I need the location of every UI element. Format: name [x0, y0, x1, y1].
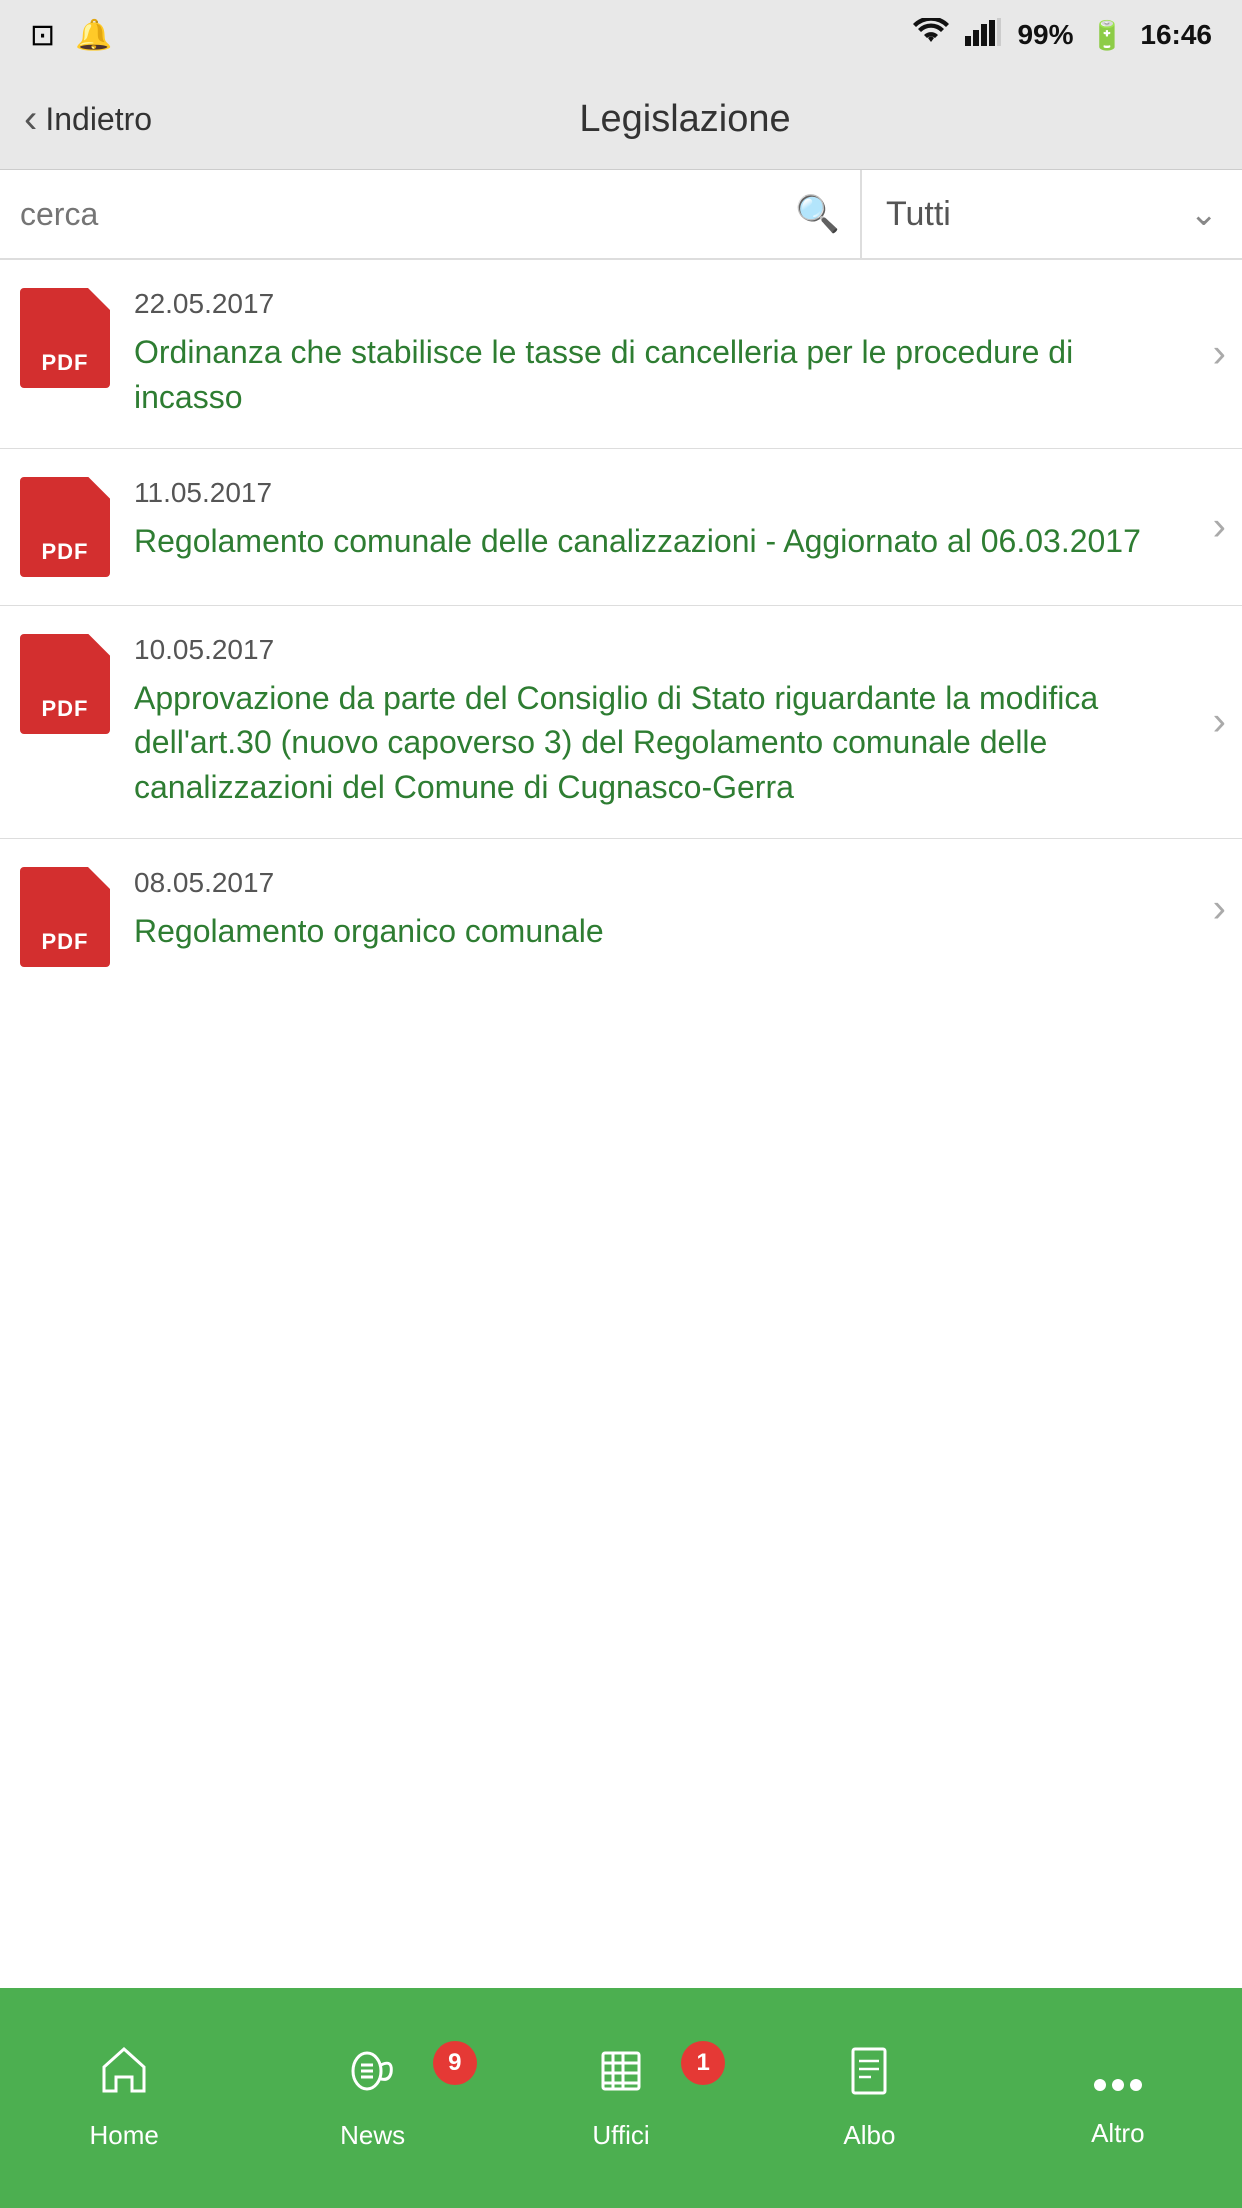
item-content: 22.05.2017 Ordinanza che stabilisce le t… [134, 288, 1222, 420]
nav-label-home: Home [90, 2120, 159, 2151]
albo-icon [843, 2045, 895, 2110]
back-label: Indietro [45, 101, 152, 138]
chevron-right-icon: › [1213, 331, 1226, 376]
item-title: Approvazione da parte del Consiglio di S… [134, 676, 1182, 810]
item-date: 22.05.2017 [134, 288, 1182, 320]
item-date: 11.05.2017 [134, 477, 1182, 509]
item-content: 11.05.2017 Regolamento comunale delle ca… [134, 477, 1222, 564]
search-icon: 🔍 [795, 193, 840, 235]
search-input[interactable] [20, 196, 795, 233]
item-title: Regolamento organico comunale [134, 909, 1182, 954]
pdf-icon: PDF [20, 634, 110, 734]
chevron-right-icon: › [1213, 504, 1226, 549]
uffici-badge: 1 [681, 2041, 725, 2085]
page-title: Legislazione [152, 98, 1218, 141]
bottom-navigation: Home 9 News 1 Uffici [0, 1988, 1242, 2208]
list-item[interactable]: PDF 10.05.2017 Approvazione da parte del… [0, 606, 1242, 839]
pdf-icon: PDF [20, 867, 110, 967]
chevron-right-icon: › [1213, 886, 1226, 931]
nav-label-uffici: Uffici [592, 2120, 649, 2151]
signal-icon [965, 18, 1001, 53]
header: ‹ Indietro Legislazione [0, 70, 1242, 170]
bell-icon: 🔔 [75, 18, 112, 53]
nav-label-altro: Altro [1091, 2118, 1144, 2149]
home-icon [98, 2045, 150, 2110]
search-filter-bar: 🔍 Tutti ⌄ [0, 170, 1242, 260]
time-display: 16:46 [1140, 19, 1212, 51]
nav-item-albo[interactable]: Albo [745, 2045, 993, 2151]
battery-percent: 99% [1017, 19, 1073, 51]
altro-icon [1092, 2048, 1144, 2108]
search-wrapper[interactable]: 🔍 [0, 170, 862, 258]
item-title: Ordinanza che stabilisce le tasse di can… [134, 330, 1182, 420]
filter-dropdown[interactable]: Tutti ⌄ [862, 170, 1242, 258]
chevron-down-icon: ⌄ [1190, 194, 1219, 234]
back-button[interactable]: ‹ Indietro [24, 97, 152, 142]
list-item[interactable]: PDF 22.05.2017 Ordinanza che stabilisce … [0, 260, 1242, 449]
pdf-icon: PDF [20, 477, 110, 577]
item-date: 08.05.2017 [134, 867, 1182, 899]
nav-label-albo: Albo [843, 2120, 895, 2151]
battery-icon: 🔋 [1090, 19, 1125, 52]
nav-item-altro[interactable]: Altro [994, 2048, 1242, 2149]
list-item[interactable]: PDF 11.05.2017 Regolamento comunale dell… [0, 449, 1242, 606]
news-icon [347, 2045, 399, 2110]
item-date: 10.05.2017 [134, 634, 1182, 666]
nav-item-uffici[interactable]: 1 Uffici [497, 2045, 745, 2151]
status-bar: ⊡ 🔔 99% 🔋 16:46 [0, 0, 1242, 70]
back-arrow-icon: ‹ [24, 97, 37, 142]
wifi-icon [913, 18, 949, 53]
nav-item-news[interactable]: 9 News [248, 2045, 496, 2151]
uffici-icon [595, 2045, 647, 2110]
chevron-right-icon: › [1213, 699, 1226, 744]
nav-label-news: News [340, 2120, 405, 2151]
news-badge: 9 [433, 2041, 477, 2085]
legislation-list: PDF 22.05.2017 Ordinanza che stabilisce … [0, 260, 1242, 979]
item-content: 08.05.2017 Regolamento organico comunale [134, 867, 1222, 954]
item-content: 10.05.2017 Approvazione da parte del Con… [134, 634, 1222, 810]
filter-label: Tutti [886, 195, 951, 234]
nav-item-home[interactable]: Home [0, 2045, 248, 2151]
list-item-partial[interactable]: PDF 08.05.2017 Regolamento organico comu… [0, 839, 1242, 979]
pdf-icon: PDF [20, 288, 110, 388]
image-icon: ⊡ [30, 18, 55, 53]
item-title: Regolamento comunale delle canalizzazion… [134, 519, 1182, 564]
